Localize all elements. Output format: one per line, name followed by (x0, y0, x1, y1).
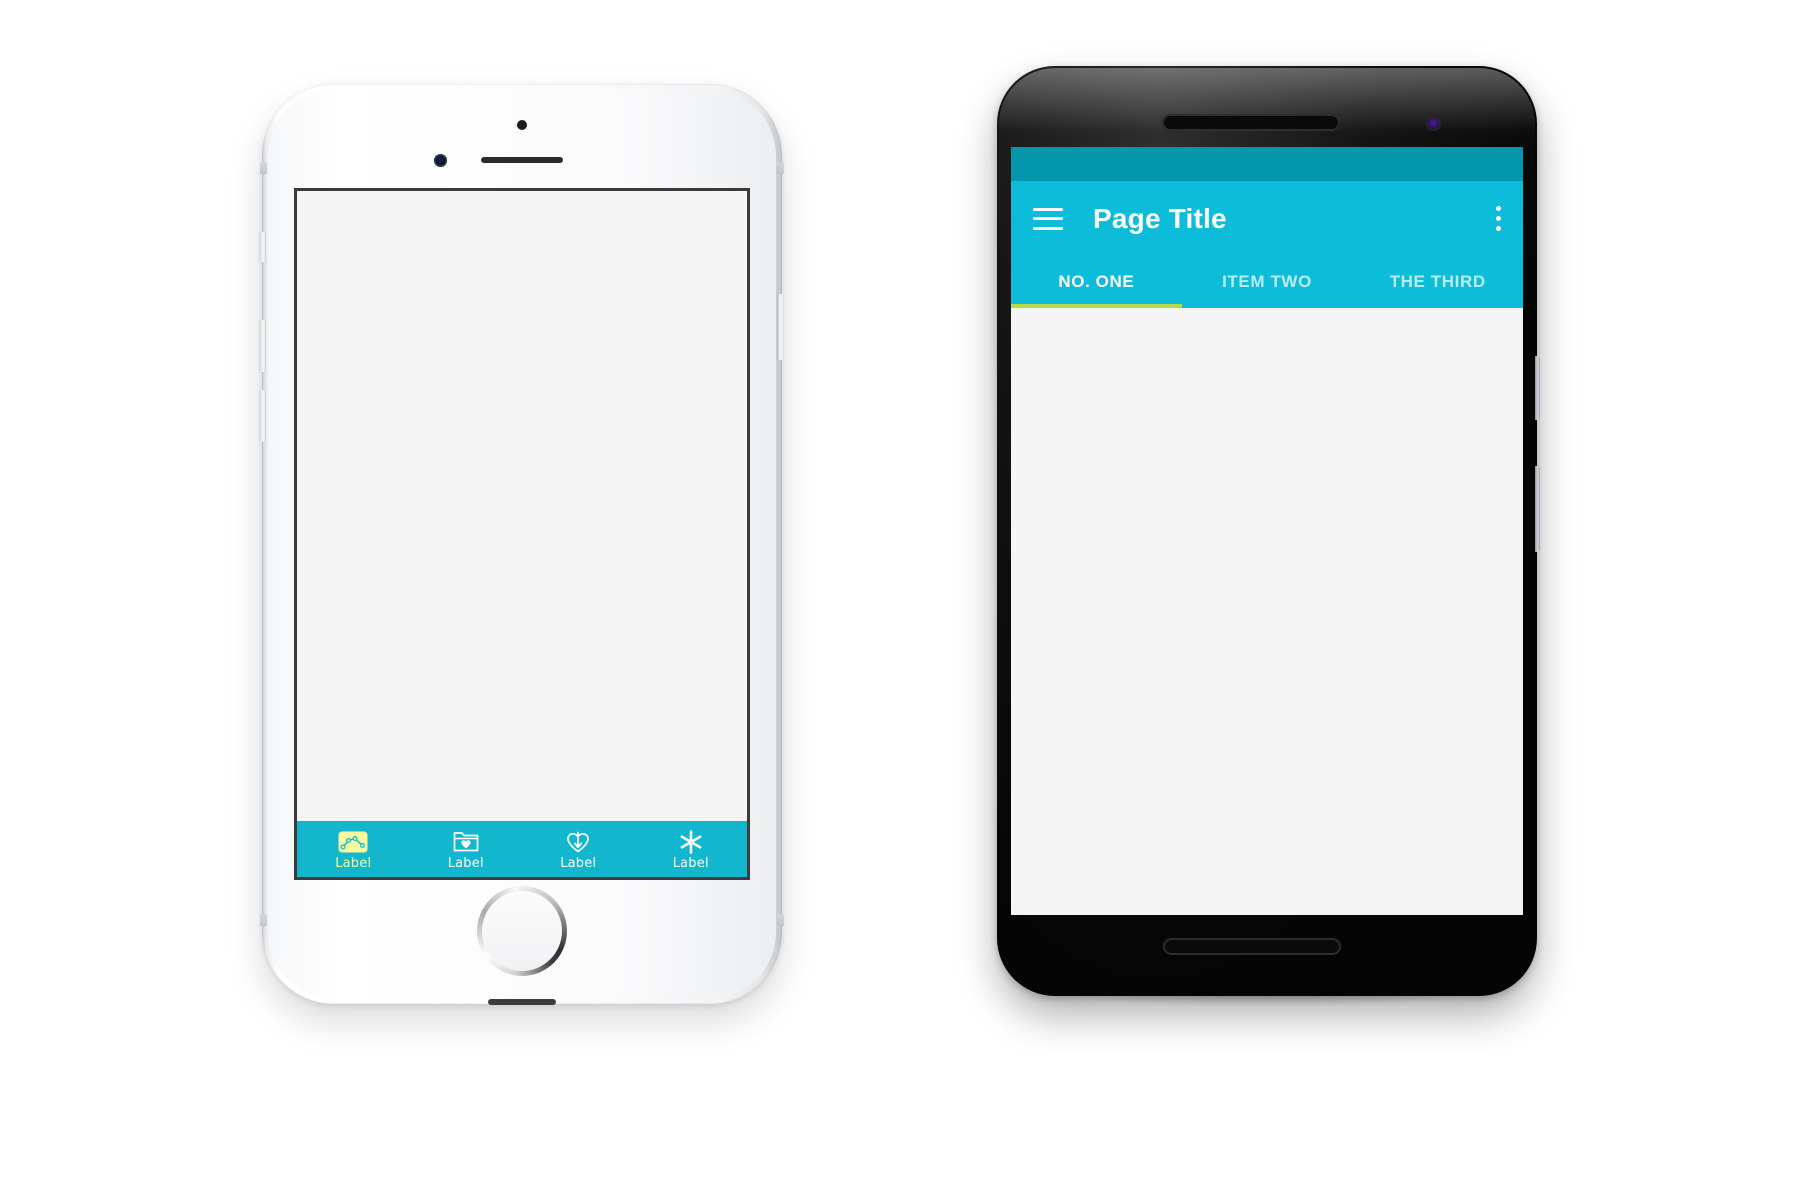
tab-no-one[interactable]: NO. ONE (1011, 256, 1182, 308)
line-chart-icon (336, 829, 370, 855)
home-button[interactable] (477, 886, 567, 976)
tab-item-1-label: Label (335, 855, 372, 871)
antenna-band-top-right (777, 162, 784, 174)
folder-heart-icon (449, 829, 483, 855)
tab-item-4-label: Label (672, 855, 709, 871)
tab-item-2[interactable]: Label (410, 821, 523, 877)
tab-the-third[interactable]: THE THIRD (1352, 256, 1523, 308)
iphone-tab-bar: Label Label Label Label (297, 821, 747, 877)
front-camera-icon (1426, 116, 1441, 131)
overflow-dot-1 (1495, 206, 1501, 211)
iphone-device: Label Label Label Label (260, 84, 784, 1005)
iphone-content-area (297, 191, 747, 821)
asterisk-icon (674, 829, 708, 855)
home-button-inner (482, 891, 562, 971)
earpiece-speaker-icon (481, 157, 563, 163)
tab-item-3[interactable]: Label (522, 821, 635, 877)
android-screen: Page Title NO. ONE ITEM TWO THE THIRD (1011, 147, 1523, 915)
bottom-speaker-icon (1163, 938, 1341, 955)
hamburger-line-1 (1033, 207, 1063, 211)
heart-arrow-down-icon (561, 829, 595, 855)
status-bar (1011, 147, 1523, 181)
lightning-port-icon (488, 999, 556, 1005)
power-button[interactable] (778, 294, 784, 360)
antenna-band-bottom-left (260, 914, 267, 926)
earpiece-speaker-icon (1162, 114, 1340, 131)
tab-item-3-label: Label (560, 855, 597, 871)
tab-item-4[interactable]: Label (635, 821, 748, 877)
tab-item-two[interactable]: ITEM TWO (1182, 256, 1353, 308)
more-vert-icon[interactable] (1495, 206, 1501, 231)
antenna-band-bottom-right (777, 914, 784, 926)
tab-item-1[interactable]: Label (297, 821, 410, 877)
mute-switch-button[interactable] (260, 232, 266, 262)
hamburger-line-2 (1033, 217, 1063, 220)
tab-strip: NO. ONE ITEM TWO THE THIRD (1011, 256, 1523, 308)
android-content-area (1011, 308, 1523, 915)
app-bar: Page Title (1011, 181, 1523, 256)
volume-down-button[interactable] (260, 390, 266, 442)
iphone-screen: Label Label Label Label (294, 188, 750, 880)
proximity-sensor-icon (517, 120, 527, 130)
page-title: Page Title (1093, 202, 1227, 234)
volume-up-button[interactable] (260, 320, 266, 372)
antenna-band-top-left (260, 162, 267, 174)
overflow-dot-2 (1495, 216, 1501, 221)
power-button[interactable] (1535, 356, 1540, 420)
android-device: Page Title NO. ONE ITEM TWO THE THIRD (997, 66, 1540, 1006)
hamburger-menu-icon[interactable] (1033, 207, 1063, 230)
tab-item-2-label: Label (447, 855, 484, 871)
hamburger-line-3 (1033, 226, 1063, 230)
volume-rocker-button[interactable] (1535, 466, 1540, 552)
front-camera-icon (434, 154, 447, 167)
overflow-dot-3 (1495, 226, 1501, 231)
